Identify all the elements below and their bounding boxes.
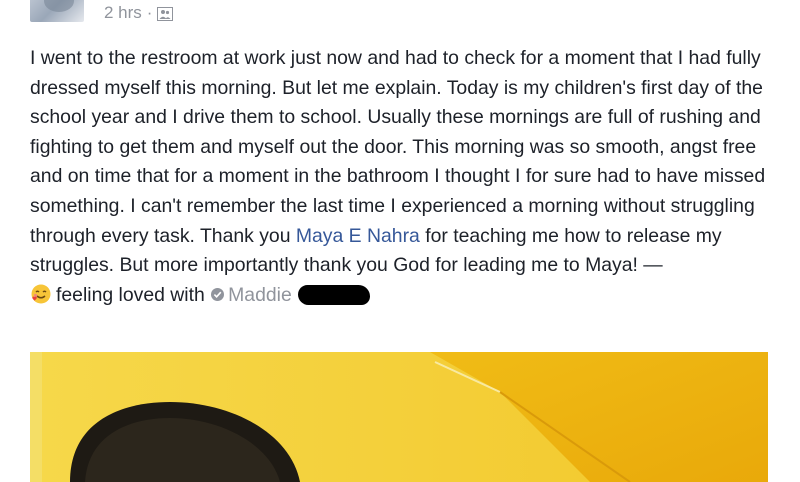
mention-link[interactable]: Maya E Nahra xyxy=(296,225,420,247)
post-photo[interactable] xyxy=(30,352,768,482)
meta-separator: · xyxy=(146,3,153,22)
verified-check-icon xyxy=(210,282,225,301)
tagged-person-link[interactable]: Maddie xyxy=(228,284,292,306)
post-body: I went to the restroom at work just now … xyxy=(30,44,780,310)
post-text-part-1: I went to the restroom at work just now … xyxy=(30,47,766,247)
redaction-mark xyxy=(297,284,370,305)
feeling-text: feeling loved with xyxy=(56,283,205,306)
feeling-line: feeling loved with Maddie xyxy=(30,284,370,306)
post-meta: 2 hrs · xyxy=(104,3,174,23)
post-timestamp[interactable]: 2 hrs xyxy=(104,3,142,23)
friends-icon[interactable] xyxy=(157,6,174,21)
loved-emoji-icon xyxy=(30,283,52,305)
profile-avatar[interactable] xyxy=(30,0,84,22)
